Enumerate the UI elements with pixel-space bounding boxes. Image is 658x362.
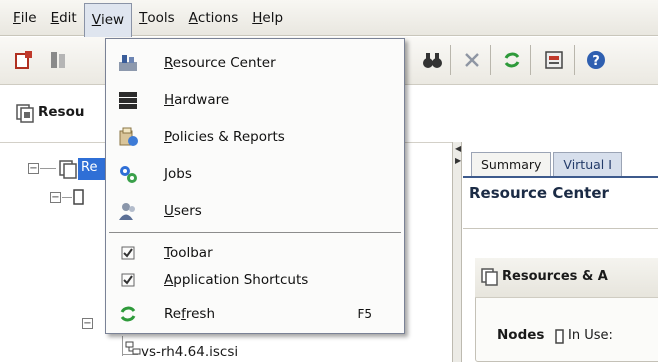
menu-actions-label: ctions <box>197 9 239 26</box>
resource-center-icon <box>59 160 77 179</box>
policies-reports-icon <box>117 126 139 148</box>
panel-title: Resou <box>38 104 85 120</box>
menu-file[interactable]: File <box>6 2 44 34</box>
properties-icon <box>545 51 563 69</box>
menu-item-application-shortcuts[interactable]: Application Shortcuts <box>106 261 404 298</box>
tree-collapse-toggle[interactable]: − <box>82 318 93 329</box>
help-button[interactable]: ? <box>582 46 610 74</box>
menu-edit-label: dit <box>59 9 77 26</box>
delete-button[interactable] <box>458 46 486 74</box>
tree-node-label: Re <box>81 160 98 175</box>
toolbar-separator <box>490 45 491 75</box>
server-icon <box>51 52 65 68</box>
menu-item-resource-center[interactable]: Resource Center <box>106 44 404 81</box>
menu-item-label: pplication Shortcuts <box>173 271 309 288</box>
refresh-button[interactable] <box>498 46 526 74</box>
menu-tools-mnemonic: T <box>139 9 148 26</box>
new-resource-icon <box>15 51 32 69</box>
tree-collapse-toggle[interactable]: − <box>28 163 39 174</box>
menu-item-label: ardware <box>174 91 230 108</box>
divider <box>463 228 658 229</box>
menu-item-refresh[interactable]: Refresh F5 <box>106 295 404 332</box>
menu-item-label: olicies & Reports <box>171 128 285 145</box>
menu-file-mnemonic: F <box>13 9 21 26</box>
svg-text:?: ? <box>592 54 600 69</box>
server-icon <box>73 189 84 205</box>
tab-underline <box>463 176 658 178</box>
tree-connector <box>62 197 72 198</box>
help-icon: ? <box>587 51 605 69</box>
menu-item-mnemonic: A <box>164 271 174 288</box>
node-icon <box>555 329 564 344</box>
menu-item-mnemonic: H <box>164 91 175 108</box>
resource-center-icon <box>481 268 498 286</box>
new-resource-button[interactable] <box>10 46 38 74</box>
menu-item-label-prefix: Re <box>164 305 182 322</box>
toolbar-separator <box>574 45 575 75</box>
menu-item-label: sers <box>173 202 202 219</box>
storage-icon <box>125 341 141 355</box>
menu-item-mnemonic: P <box>164 128 172 145</box>
resource-center-icon <box>117 52 139 74</box>
checkmark-icon <box>117 269 139 291</box>
users-icon <box>117 200 139 222</box>
menu-help[interactable]: Help <box>245 2 290 34</box>
menu-file-label: ile <box>20 9 37 26</box>
menu-item-mnemonic: U <box>164 202 174 219</box>
refresh-icon <box>504 52 520 68</box>
tab-virtual[interactable]: Virtual I <box>553 152 622 176</box>
tree-connector <box>122 336 123 356</box>
shortcut-label: F5 <box>357 306 372 321</box>
menu-view-label: iew <box>100 12 125 28</box>
tree-connector <box>40 168 56 169</box>
menu-item-label: obs <box>167 165 192 182</box>
binoculars-icon <box>423 53 442 68</box>
toolbar-separator <box>530 45 531 75</box>
menu-bar: File Edit View Tools Actions Help <box>0 0 658 37</box>
server-button[interactable] <box>44 46 72 74</box>
toolbar-separator <box>450 45 451 75</box>
menu-item-label: esource Center <box>172 54 276 71</box>
collapse-left-arrow-icon[interactable]: ◀ <box>455 144 461 153</box>
menu-tools[interactable]: Tools <box>132 2 182 34</box>
menu-item-jobs[interactable]: Jobs <box>106 155 404 192</box>
jobs-icon <box>117 163 139 185</box>
menu-view-mnemonic: V <box>91 12 101 28</box>
in-use-label: In Use: <box>568 328 613 343</box>
properties-button[interactable] <box>540 46 568 74</box>
page-title: Resource Center <box>469 184 609 202</box>
menu-item-label: oolbar <box>169 244 213 261</box>
menu-item-policies-reports[interactable]: Policies & Reports <box>106 118 404 155</box>
menu-item-label: resh <box>185 305 216 322</box>
tree-leaf-label[interactable]: vs-rh4.64.iscsi <box>141 344 238 360</box>
section-title: Resources & A <box>502 269 608 284</box>
menu-edit[interactable]: Edit <box>44 2 84 34</box>
panel-splitter[interactable]: ◀ ▶ <box>452 142 462 362</box>
menu-edit-mnemonic: E <box>50 9 60 26</box>
find-button[interactable] <box>418 46 446 74</box>
menu-help-label: elp <box>262 9 284 26</box>
menu-separator <box>109 232 401 233</box>
menu-actions[interactable]: Actions <box>182 2 246 34</box>
menu-help-mnemonic: H <box>252 9 263 26</box>
menu-view[interactable]: View <box>83 2 133 37</box>
collapse-right-arrow-icon[interactable]: ▶ <box>455 156 461 165</box>
tree-collapse-toggle[interactable]: − <box>50 192 61 203</box>
right-panel: Summary Virtual I Resource Center Resour… <box>463 142 658 362</box>
view-menu-dropdown: Resource Center Hardware Policies & Repo… <box>105 38 405 334</box>
menu-tools-label: ools <box>147 9 175 26</box>
resource-center-icon <box>16 104 34 123</box>
menu-item-hardware[interactable]: Hardware <box>106 81 404 118</box>
tab-bar: Summary Virtual I <box>471 152 624 176</box>
close-icon <box>465 53 479 67</box>
tab-summary[interactable]: Summary <box>471 152 552 176</box>
refresh-icon <box>117 303 139 325</box>
menu-item-mnemonic: R <box>164 54 173 71</box>
menu-item-users[interactable]: Users <box>106 192 404 229</box>
hardware-icon <box>117 89 139 111</box>
menu-actions-mnemonic: A <box>188 9 198 26</box>
nodes-label: Nodes <box>497 327 545 343</box>
